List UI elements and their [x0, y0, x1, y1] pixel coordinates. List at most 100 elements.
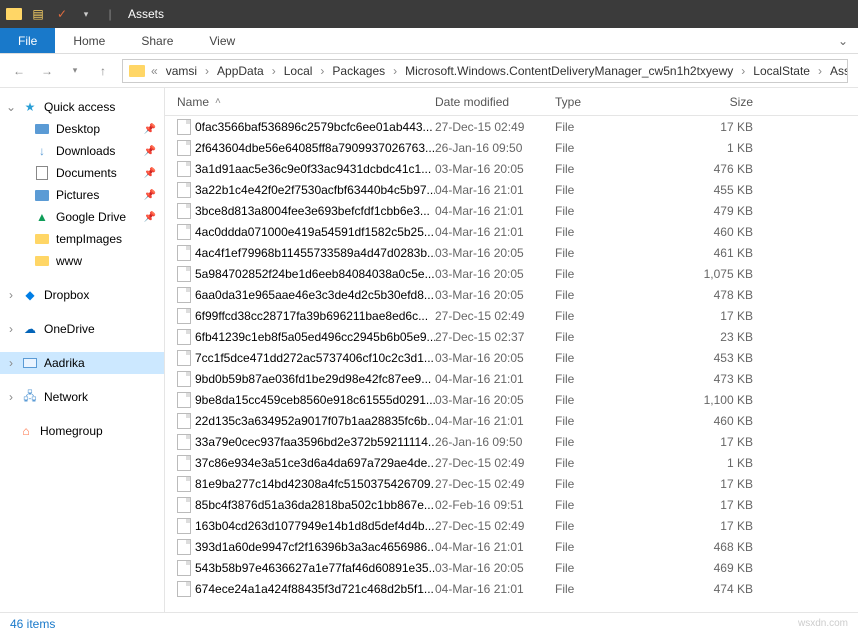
sidebar-item[interactable]: Desktop📌	[0, 118, 164, 140]
chevron-right-icon[interactable]: ›	[6, 288, 16, 302]
sidebar-network[interactable]: › 🖧 Network	[0, 386, 164, 408]
chevron-right-icon[interactable]: ›	[203, 64, 211, 78]
chevron-right-icon[interactable]: ›	[6, 356, 16, 370]
breadcrumb-segment[interactable]: Microsoft.Windows.ContentDeliveryManager…	[399, 64, 739, 78]
address-folder-icon	[129, 65, 145, 77]
content-area: ⌄ ★ Quick access Desktop📌↓Downloads📌Docu…	[0, 88, 858, 612]
chevron-right-icon[interactable]: ›	[816, 64, 824, 78]
column-label: Name	[177, 95, 209, 109]
file-row[interactable]: 37c86e934e3a51ce3d6a4da697a729ae4de...27…	[165, 452, 858, 473]
file-row[interactable]: 7cc1f5dce471dd272ac5737406cf10c2c3d1...0…	[165, 347, 858, 368]
up-button[interactable]: ↑	[90, 58, 116, 84]
file-row[interactable]: 4ac0ddda071000e419a54591df1582c5b25...04…	[165, 221, 858, 242]
chevron-right-icon[interactable]: ›	[391, 64, 399, 78]
forward-button[interactable]: →	[34, 58, 60, 84]
file-type: File	[555, 372, 673, 386]
sidebar-dropbox[interactable]: › ◆ Dropbox	[0, 284, 164, 306]
qat-new-folder-icon[interactable]: ✓	[52, 4, 72, 24]
file-name: 7cc1f5dce471dd272ac5737406cf10c2c3d1...	[195, 351, 434, 365]
file-row[interactable]: 5a984702852f24be1d6eeb84084038a0c5e...03…	[165, 263, 858, 284]
ribbon-toggle-icon[interactable]: ⌄	[828, 28, 858, 53]
sidebar-homegroup[interactable]: ⌂ Homegroup	[0, 420, 164, 442]
file-size: 453 KB	[673, 351, 753, 365]
sidebar-item[interactable]: tempImages	[0, 228, 164, 250]
tab-home[interactable]: Home	[55, 28, 123, 53]
file-row[interactable]: 81e9ba277c14bd42308a4fc5150375426709...2…	[165, 473, 858, 494]
sidebar-item-label: tempImages	[56, 232, 122, 246]
file-row[interactable]: 2f643604dbe56e64085ff8a7909937026763...2…	[165, 137, 858, 158]
file-name: 163b04cd263d1077949e14b1d8d5def4d4b...	[195, 519, 435, 533]
file-icon	[177, 161, 191, 177]
file-type: File	[555, 435, 673, 449]
column-name[interactable]: Name ˄	[177, 95, 435, 109]
chevron-down-icon[interactable]: ⌄	[6, 100, 16, 114]
qat-dropdown-icon[interactable]: ▾	[76, 4, 96, 24]
file-row[interactable]: 163b04cd263d1077949e14b1d8d5def4d4b...27…	[165, 515, 858, 536]
sidebar-item[interactable]: Pictures📌	[0, 184, 164, 206]
file-type: File	[555, 540, 673, 554]
file-row[interactable]: 393d1a60de9947cf2f16396b3a3ac4656986...0…	[165, 536, 858, 557]
tab-share[interactable]: Share	[123, 28, 191, 53]
file-row[interactable]: 6fb41239c1eb8f5a05ed496cc2945b6b05e9...2…	[165, 326, 858, 347]
sidebar-item-label: OneDrive	[44, 322, 95, 336]
file-name: 2f643604dbe56e64085ff8a7909937026763...	[195, 141, 435, 155]
breadcrumb-segment[interactable]: AppData	[211, 64, 270, 78]
file-row[interactable]: 85bc4f3876d51a36da2818ba502c1bb867e...02…	[165, 494, 858, 515]
breadcrumb-segment[interactable]: Packages	[326, 64, 391, 78]
breadcrumb-segment[interactable]: LocalState	[747, 64, 816, 78]
sort-indicator-icon: ˄	[215, 96, 221, 107]
file-row[interactable]: 9be8da15cc459ceb8560e918c61555d0291...03…	[165, 389, 858, 410]
file-row[interactable]: 22d135c3a634952a9017f07b1aa28835fc6b...0…	[165, 410, 858, 431]
sidebar-item[interactable]: www	[0, 250, 164, 272]
chevron-right-icon[interactable]: ›	[6, 390, 16, 404]
file-name: 9be8da15cc459ceb8560e918c61555d0291...	[195, 393, 435, 407]
sidebar-quick-access[interactable]: ⌄ ★ Quick access	[0, 96, 164, 118]
file-row[interactable]: 3a1d91aac5e36c9e0f33ac9431dcbdc41c1...03…	[165, 158, 858, 179]
column-size[interactable]: Size	[673, 95, 753, 109]
file-row[interactable]: 0fac3566baf536896c2579bcfc6ee01ab443...2…	[165, 116, 858, 137]
file-date: 04-Mar-16 21:01	[435, 225, 555, 239]
file-row[interactable]: 6aa0da31e965aae46e3c3de4d2c5b30efd8...03…	[165, 284, 858, 305]
file-name: 674ece24a1a424f88435f3d721c468d2b5f1...	[195, 582, 434, 596]
recent-dropdown-icon[interactable]: ▾	[62, 58, 88, 84]
tab-file[interactable]: File	[0, 28, 55, 53]
sidebar-item[interactable]: Documents📌	[0, 162, 164, 184]
file-name: 5a984702852f24be1d6eeb84084038a0c5e...	[195, 267, 435, 281]
file-row[interactable]: 33a79e0cec937faa3596bd2e372b59211114...2…	[165, 431, 858, 452]
column-date[interactable]: Date modified	[435, 95, 555, 109]
breadcrumb-segment[interactable]: vamsi	[160, 64, 203, 78]
file-name: 543b58b97e4636627a1e77faf46d60891e35...	[195, 561, 435, 575]
file-icon	[177, 455, 191, 471]
breadcrumb-segment[interactable]: Local	[278, 64, 319, 78]
back-button[interactable]: ←	[6, 58, 32, 84]
file-row[interactable]: 9bd0b59b87ae036fd1be29d98e42fc87ee9...04…	[165, 368, 858, 389]
file-list[interactable]: 0fac3566baf536896c2579bcfc6ee01ab443...2…	[165, 116, 858, 612]
file-row[interactable]: 4ac4f1ef79968b11455733589a4d47d0283b...0…	[165, 242, 858, 263]
breadcrumb-segment[interactable]: Assets	[824, 64, 848, 78]
file-row[interactable]: 3a22b1c4e42f0e2f7530acfbf63440b4c5b97...…	[165, 179, 858, 200]
chevron-right-icon[interactable]: «	[149, 64, 160, 78]
qat-properties-icon[interactable]: ▤	[28, 4, 48, 24]
file-row[interactable]: 543b58b97e4636627a1e77faf46d60891e35...0…	[165, 557, 858, 578]
file-icon	[177, 392, 191, 408]
file-date: 03-Mar-16 20:05	[435, 351, 555, 365]
chevron-right-icon[interactable]: ›	[6, 322, 16, 336]
sidebar-this-pc[interactable]: › Aadrika	[0, 352, 164, 374]
file-row[interactable]: 674ece24a1a424f88435f3d721c468d2b5f1...0…	[165, 578, 858, 599]
pin-icon: 📌	[144, 212, 156, 223]
file-row[interactable]: 6f99ffcd38cc28717fa39b696211bae8ed6c...2…	[165, 305, 858, 326]
file-row[interactable]: 3bce8d813a8004fee3e693befcfdf1cbb6e3...0…	[165, 200, 858, 221]
file-date: 27-Dec-15 02:49	[435, 120, 555, 134]
sidebar-item[interactable]: ▲Google Drive📌	[0, 206, 164, 228]
file-name: 4ac0ddda071000e419a54591df1582c5b25...	[195, 225, 434, 239]
chevron-right-icon[interactable]: ›	[270, 64, 278, 78]
file-name: 4ac4f1ef79968b11455733589a4d47d0283b...	[195, 246, 435, 260]
sidebar-item[interactable]: ↓Downloads📌	[0, 140, 164, 162]
file-type: File	[555, 414, 673, 428]
tab-view[interactable]: View	[191, 28, 253, 53]
file-size: 17 KB	[673, 519, 753, 533]
address-bar[interactable]: « vamsi›AppData›Local›Packages›Microsoft…	[122, 59, 848, 83]
column-type[interactable]: Type	[555, 95, 673, 109]
sidebar-onedrive[interactable]: › ☁ OneDrive	[0, 318, 164, 340]
pic-icon	[34, 187, 50, 203]
